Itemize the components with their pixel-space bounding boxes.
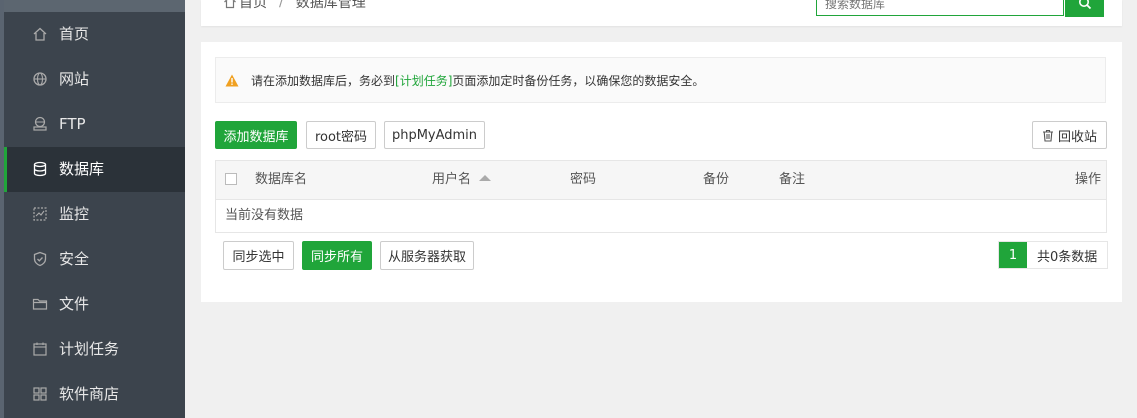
database-icon xyxy=(32,161,48,177)
sidebar-item-monitor[interactable]: 监控 xyxy=(4,192,185,237)
search-icon xyxy=(1078,0,1092,14)
sidebar-item-label: 数据库 xyxy=(59,160,105,178)
sidebar-top-strip xyxy=(4,0,185,12)
table-header: 数据库名 用户名 密码 备份 备注 操作 xyxy=(216,161,1106,200)
alert-text-suffix: 页面添加定时备份任务，以确保您的数据安全。 xyxy=(452,74,705,88)
ftp-icon xyxy=(32,116,48,132)
apps-icon xyxy=(32,386,48,402)
folder-icon xyxy=(32,296,48,312)
sync-all-button[interactable]: 同步所有 xyxy=(302,241,372,270)
fetch-from-server-button[interactable]: 从服务器获取 xyxy=(380,241,474,270)
breadcrumb-current: 数据库管理 xyxy=(295,0,366,11)
monitor-icon xyxy=(32,206,48,222)
breadcrumb-separator: / xyxy=(279,0,284,10)
shield-icon xyxy=(32,251,48,267)
home-icon xyxy=(223,0,237,9)
column-header-username[interactable]: 用户名 xyxy=(432,172,492,188)
sidebar-item-security[interactable]: 安全 xyxy=(4,237,185,282)
sidebar-item-database[interactable]: 数据库 xyxy=(4,147,185,192)
database-panel: 请在添加数据库后，务必到[计划任务]页面添加定时备份任务，以确保您的数据安全。 … xyxy=(201,42,1122,302)
sidebar-item-label: 首页 xyxy=(59,25,90,43)
breadcrumb-home-link[interactable]: 首页 xyxy=(239,0,267,12)
search-input[interactable] xyxy=(816,0,1064,16)
globe-icon xyxy=(32,71,48,87)
sidebar-item-label: 软件商店 xyxy=(59,385,120,403)
sidebar-item-label: 网站 xyxy=(59,70,90,88)
sync-selected-button[interactable]: 同步选中 xyxy=(223,241,294,270)
column-header-username-label: 用户名 xyxy=(432,172,472,187)
alert-text: 请在添加数据库后，务必到[计划任务]页面添加定时备份任务，以确保您的数据安全。 xyxy=(251,73,704,89)
recycle-bin-label: 回收站 xyxy=(1057,129,1097,145)
trash-icon xyxy=(1042,129,1054,142)
sidebar-item-label: FTP xyxy=(59,115,86,133)
cron-link[interactable]: [计划任务] xyxy=(395,74,452,88)
sidebar-item-label: 计划任务 xyxy=(59,340,120,358)
pagination: 1 共0条数据 xyxy=(998,241,1109,269)
backup-warning-alert: 请在添加数据库后，务必到[计划任务]页面添加定时备份任务，以确保您的数据安全。 xyxy=(215,57,1106,103)
column-header-actions: 操作 xyxy=(1075,172,1102,187)
database-table: 数据库名 用户名 密码 备份 备注 操作 当前没有数据 xyxy=(215,160,1107,233)
total-count-label: 共0条数据 xyxy=(1027,242,1108,268)
sidebar-item-cron[interactable]: 计划任务 xyxy=(4,327,185,372)
column-header-dbname[interactable]: 数据库名 xyxy=(255,172,307,188)
sidebar-item-label: 安全 xyxy=(59,250,90,268)
alert-text-prefix: 请在添加数据库后，务必到 xyxy=(251,74,396,88)
sidebar-item-ftp[interactable]: FTP xyxy=(4,102,185,147)
add-database-button[interactable]: 添加数据库 xyxy=(215,121,297,149)
column-header-password: 密码 xyxy=(570,172,597,187)
empty-table-message: 当前没有数据 xyxy=(225,208,304,223)
breadcrumb-bar: 首页 / 数据库管理 xyxy=(201,0,1122,26)
root-password-button[interactable]: root密码 xyxy=(306,121,376,149)
calendar-icon xyxy=(32,341,48,357)
search-button[interactable] xyxy=(1065,0,1104,17)
home-icon xyxy=(32,26,48,42)
sidebar-item-label: 监控 xyxy=(59,205,90,223)
select-all-checkbox[interactable] xyxy=(225,173,237,185)
column-header-backup: 备份 xyxy=(703,172,730,187)
current-page-button[interactable]: 1 xyxy=(999,242,1027,268)
recycle-bin-button[interactable]: 回收站 xyxy=(1032,121,1107,149)
breadcrumb: 首页 / 数据库管理 xyxy=(223,0,366,12)
column-header-remark: 备注 xyxy=(779,172,806,187)
sidebar-item-home[interactable]: 首页 xyxy=(4,12,185,57)
sidebar-item-label: 文件 xyxy=(59,295,90,313)
sidebar-item-files[interactable]: 文件 xyxy=(4,282,185,327)
sidebar: 首页 网站 FTP 数据库 监控 安全 文件 计划任务 软件商店 xyxy=(0,0,185,418)
sidebar-item-website[interactable]: 网站 xyxy=(4,57,185,102)
phpmyadmin-button[interactable]: phpMyAdmin xyxy=(384,121,485,149)
warning-icon xyxy=(225,74,239,87)
sidebar-item-store[interactable]: 软件商店 xyxy=(4,372,185,417)
sort-ascending-icon[interactable] xyxy=(479,175,492,181)
